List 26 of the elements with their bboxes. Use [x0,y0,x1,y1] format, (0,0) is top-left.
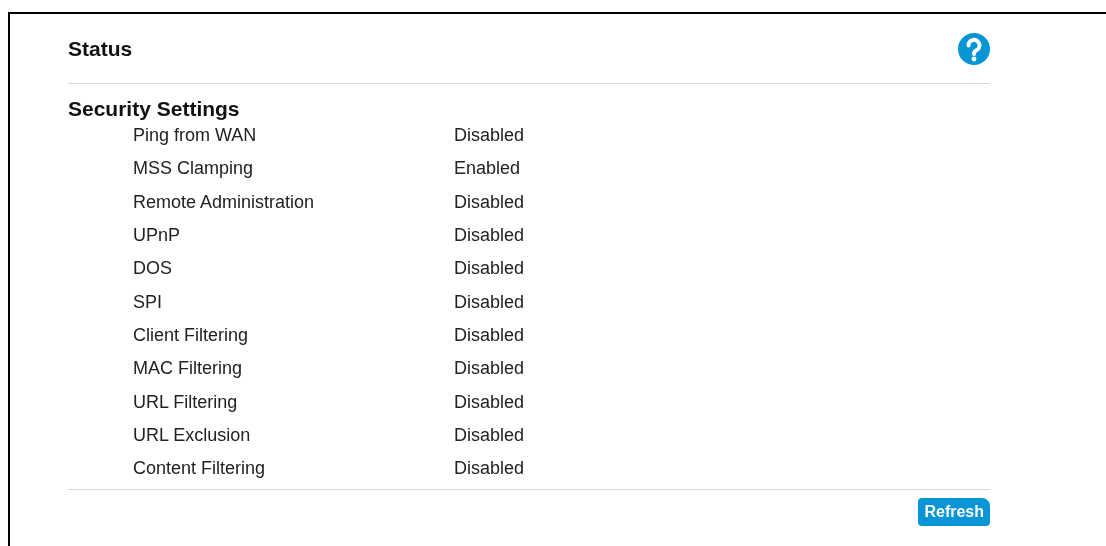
setting-label: UPnP [133,224,182,248]
setting-value: Disabled [454,190,525,214]
setting-label: URL Exclusion [133,423,252,447]
setting-label: Content Filtering [133,457,267,481]
help-icon[interactable] [958,32,990,65]
setting-label: SPI [133,290,163,314]
setting-value: Disabled [454,457,525,481]
setting-label: MSS Clamping [133,157,255,181]
setting-value: Disabled [454,257,525,281]
setting-value: Disabled [454,357,525,381]
refresh-button[interactable]: Refresh [918,498,990,527]
setting-value: Disabled [454,323,525,347]
setting-label: DOS [133,257,173,281]
page-title: Status [68,35,133,62]
setting-value: Disabled [454,124,525,148]
section-heading: Security Settings [68,96,241,122]
setting-label: URL Filtering [133,390,239,414]
setting-value: Disabled [454,224,525,248]
setting-value: Enabled [454,157,521,181]
setting-value: Disabled [454,390,525,414]
setting-value: Disabled [454,290,525,314]
setting-label: MAC Filtering [133,357,244,381]
setting-label: Remote Administration [133,190,316,214]
setting-label: Ping from WAN [133,124,258,148]
setting-value: Disabled [454,423,525,447]
setting-label: Client Filtering [133,323,250,347]
